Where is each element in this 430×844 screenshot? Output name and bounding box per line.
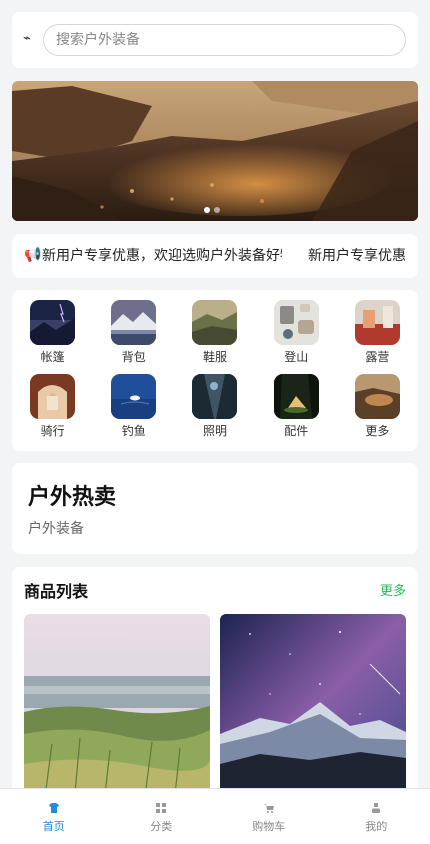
search-bar: ⌁ <box>12 12 418 68</box>
banner-dot[interactable] <box>214 207 220 213</box>
category-image <box>111 300 157 345</box>
category-image <box>111 374 157 419</box>
scan-icon[interactable]: ⌁ <box>23 32 35 46</box>
category-item-backpack[interactable]: 背包 <box>93 300 174 366</box>
banner-indicator <box>204 207 220 213</box>
notice-bar[interactable]: 📢 新用户专享优惠，欢迎选购户外装备好物！ 新用户专享优惠 <box>12 234 418 278</box>
category-image <box>30 374 76 419</box>
category-image <box>273 374 319 419</box>
notice-text: 新用户专享优惠，欢迎选购户外装备好物！ <box>42 248 282 264</box>
banner-dot-active[interactable] <box>204 207 210 213</box>
category-image <box>273 300 319 345</box>
hot-sale-section[interactable]: 户外热卖 户外装备 <box>12 463 418 554</box>
tab-profile[interactable]: 我的 <box>323 789 430 844</box>
tab-category[interactable]: 分类 <box>108 789 216 844</box>
hot-subtitle: 户外装备 <box>28 521 84 537</box>
product-image <box>24 614 210 804</box>
category-item-lighting[interactable]: 照明 <box>174 374 255 440</box>
category-image <box>30 300 76 345</box>
category-grid: 帐篷 背包 鞋服 登山 露营 骑行 钓鱼 照明 配件 更多 <box>12 290 418 451</box>
bottom-tab-bar: 首页 分类 购物车 我的 <box>0 788 430 844</box>
speaker-icon: 📢 <box>24 247 42 263</box>
product-card[interactable] <box>24 614 210 804</box>
more-link[interactable]: 更多 <box>380 582 406 602</box>
cart-icon <box>263 802 275 814</box>
category-image <box>354 374 400 419</box>
category-item-camping[interactable]: 露营 <box>337 300 418 366</box>
category-item-tent[interactable]: 帐篷 <box>12 300 93 366</box>
category-image <box>192 374 238 419</box>
grid-icon <box>155 802 167 814</box>
tab-home[interactable]: 首页 <box>0 789 108 844</box>
product-list-title: 商品列表 <box>24 582 89 601</box>
notice-tag: 新用户专享优惠 <box>308 248 406 264</box>
category-item-more[interactable]: 更多 <box>337 374 418 440</box>
category-item-climbing[interactable]: 登山 <box>256 300 337 366</box>
category-image <box>354 300 400 345</box>
shirt-icon <box>48 802 60 814</box>
category-item-cycling[interactable]: 骑行 <box>12 374 93 440</box>
category-item-accessories[interactable]: 配件 <box>256 374 337 440</box>
tab-cart[interactable]: 购物车 <box>215 789 323 844</box>
product-card[interactable] <box>220 614 406 804</box>
category-image <box>192 300 238 345</box>
hot-title: 户外热卖 <box>28 485 117 510</box>
search-input[interactable] <box>43 24 406 56</box>
banner-carousel[interactable] <box>12 81 418 221</box>
category-item-fishing[interactable]: 钓鱼 <box>93 374 174 440</box>
banner-image <box>12 81 418 221</box>
user-icon <box>370 802 382 814</box>
category-item-apparel[interactable]: 鞋服 <box>174 300 255 366</box>
product-list: 商品列表 更多 <box>12 567 418 807</box>
product-image <box>220 614 406 804</box>
